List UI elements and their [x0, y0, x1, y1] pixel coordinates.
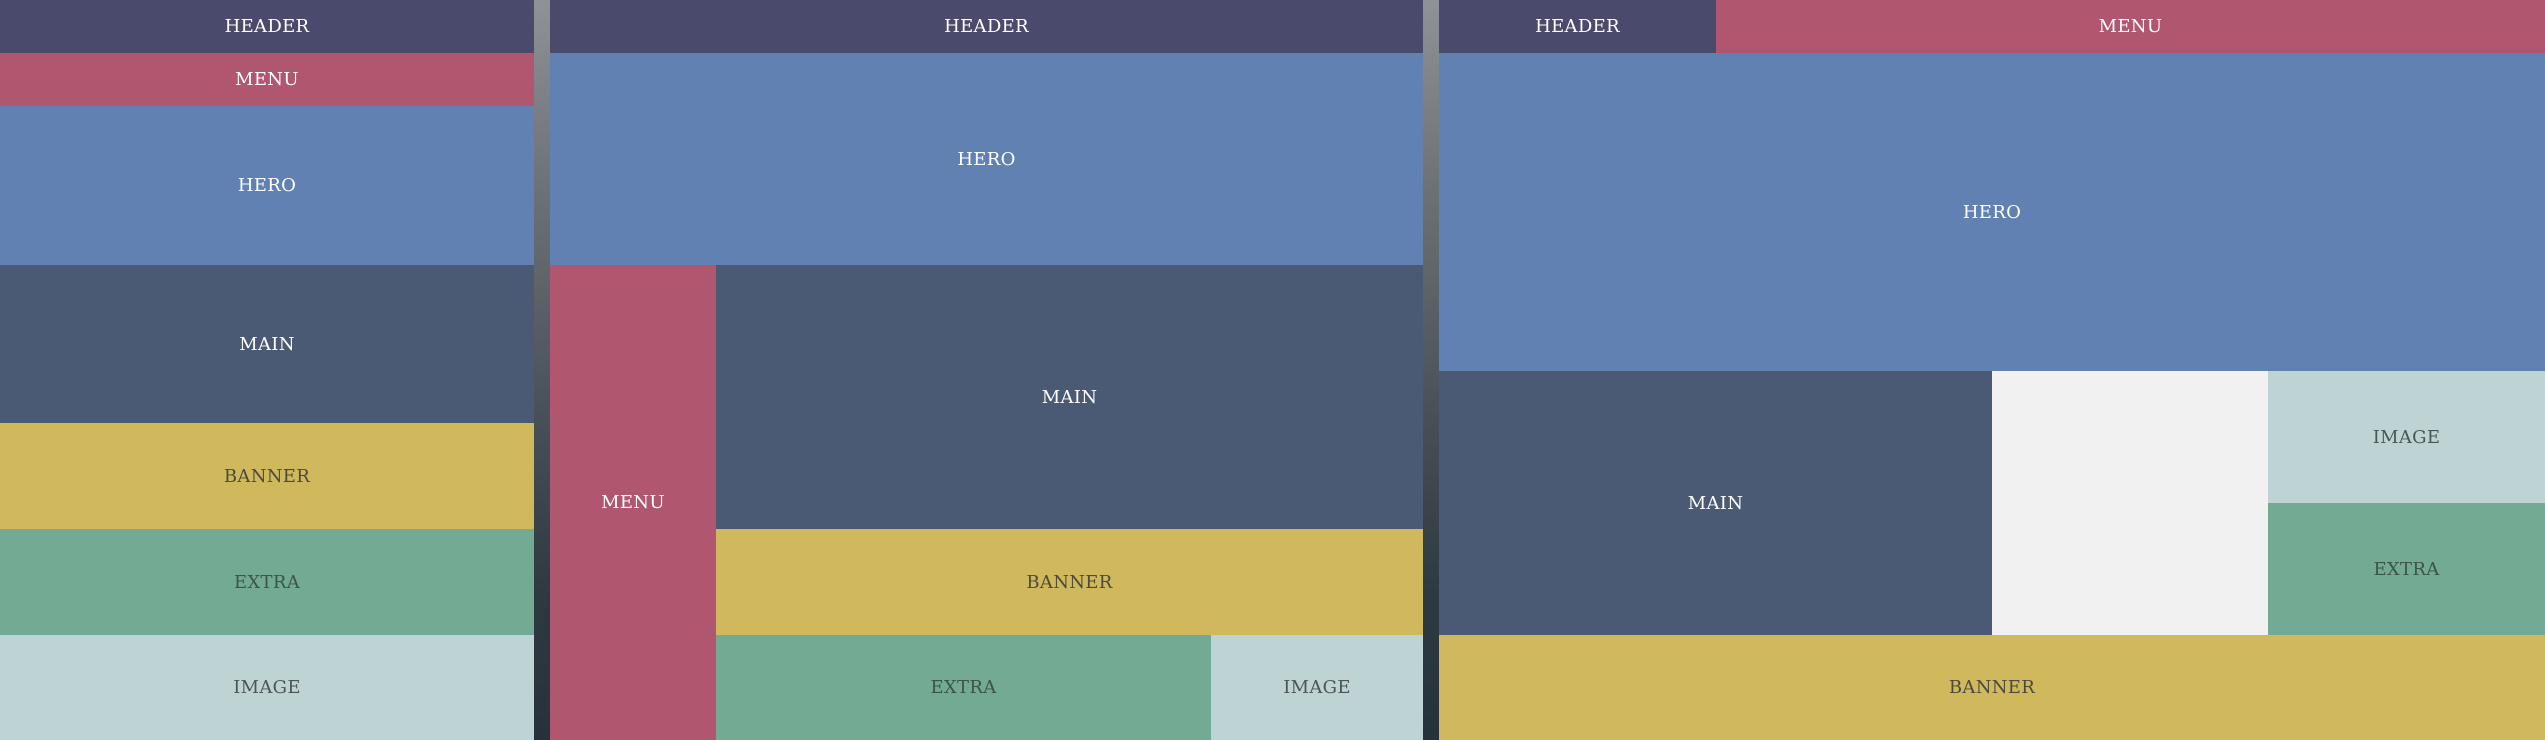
tablet-extra-area: EXTRA — [716, 635, 1211, 740]
desktop-hero-area: HERO — [1439, 53, 2545, 371]
tablet-menu-area: MENU — [550, 265, 716, 740]
desktop-main-area: MAIN — [1439, 371, 1992, 635]
mobile-banner-area: BANNER — [0, 423, 534, 529]
desktop-header-area: HEADER — [1439, 0, 1716, 53]
mobile-hero-area: HERO — [0, 106, 534, 265]
tablet-header-area: HEADER — [550, 0, 1423, 53]
desktop-banner-area: BANNER — [1439, 635, 2545, 740]
tablet-image-area: IMAGE — [1211, 635, 1423, 740]
tablet-layout-panel: HEADER HERO MENU MAIN BANNER EXTRA IMAGE — [550, 0, 1423, 740]
mobile-header-area: HEADER — [0, 0, 534, 53]
desktop-layout-panel: HEADER MENU HERO MAIN IMAGE EXTRA BANNER — [1439, 0, 2545, 740]
mobile-menu-area: MENU — [0, 53, 534, 106]
desktop-image-area: IMAGE — [2268, 371, 2545, 503]
tablet-main-area: MAIN — [716, 265, 1423, 529]
desktop-empty-cell — [1992, 371, 2268, 635]
desktop-menu-area: MENU — [1716, 0, 2545, 53]
tablet-banner-area: BANNER — [716, 529, 1423, 635]
desktop-extra-area: EXTRA — [2268, 503, 2545, 635]
mobile-extra-area: EXTRA — [0, 529, 534, 635]
mobile-main-area: MAIN — [0, 265, 534, 423]
mobile-image-area: IMAGE — [0, 635, 534, 740]
mobile-layout-panel: HEADER MENU HERO MAIN BANNER EXTRA IMAGE — [0, 0, 534, 740]
tablet-hero-area: HERO — [550, 53, 1423, 265]
